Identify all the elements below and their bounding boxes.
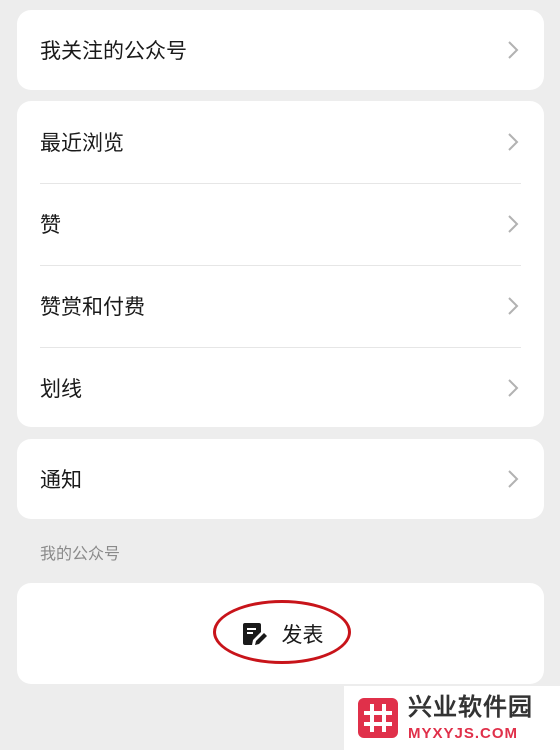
watermark-title: 兴业软件园 bbox=[408, 693, 533, 721]
notifications-item[interactable]: 通知 bbox=[17, 439, 544, 519]
publish-card: 发表 bbox=[17, 583, 544, 684]
chevron-right-icon bbox=[508, 379, 519, 397]
chevron-right-icon bbox=[508, 297, 519, 315]
activity-card: 最近浏览 赞 赞赏和付费 划线 bbox=[17, 101, 544, 427]
rewards-payments-item[interactable]: 赞赏和付费 bbox=[17, 265, 544, 347]
watermark: 兴业软件园 MYXYJS.COM bbox=[344, 686, 560, 750]
followed-accounts-label: 我关注的公众号 bbox=[40, 40, 187, 63]
notifications-card: 通知 bbox=[17, 439, 544, 519]
likes-label: 赞 bbox=[40, 214, 61, 237]
watermark-url: MYXYJS.COM bbox=[408, 724, 519, 742]
document-edit-icon bbox=[242, 622, 267, 645]
likes-item[interactable]: 赞 bbox=[17, 183, 544, 265]
notifications-label: 通知 bbox=[40, 469, 82, 492]
publish-content: 发表 bbox=[242, 619, 324, 649]
underlines-item[interactable]: 划线 bbox=[17, 347, 544, 429]
rewards-payments-label: 赞赏和付费 bbox=[40, 296, 145, 319]
followed-accounts-item[interactable]: 我关注的公众号 bbox=[17, 10, 544, 90]
watermark-text: 兴业软件园 MYXYJS.COM bbox=[408, 693, 533, 742]
my-accounts-section-label: 我的公众号 bbox=[40, 546, 121, 563]
chevron-right-icon bbox=[508, 41, 519, 59]
underlines-label: 划线 bbox=[40, 378, 82, 401]
recently-viewed-label: 最近浏览 bbox=[40, 132, 124, 155]
chevron-right-icon bbox=[508, 215, 519, 233]
hash-logo-icon bbox=[358, 698, 398, 738]
publish-button[interactable]: 发表 bbox=[17, 583, 544, 684]
followed-accounts-card: 我关注的公众号 bbox=[17, 10, 544, 90]
publish-label: 发表 bbox=[281, 623, 324, 647]
chevron-right-icon bbox=[508, 470, 519, 488]
chevron-right-icon bbox=[508, 133, 519, 151]
recently-viewed-item[interactable]: 最近浏览 bbox=[17, 101, 544, 183]
